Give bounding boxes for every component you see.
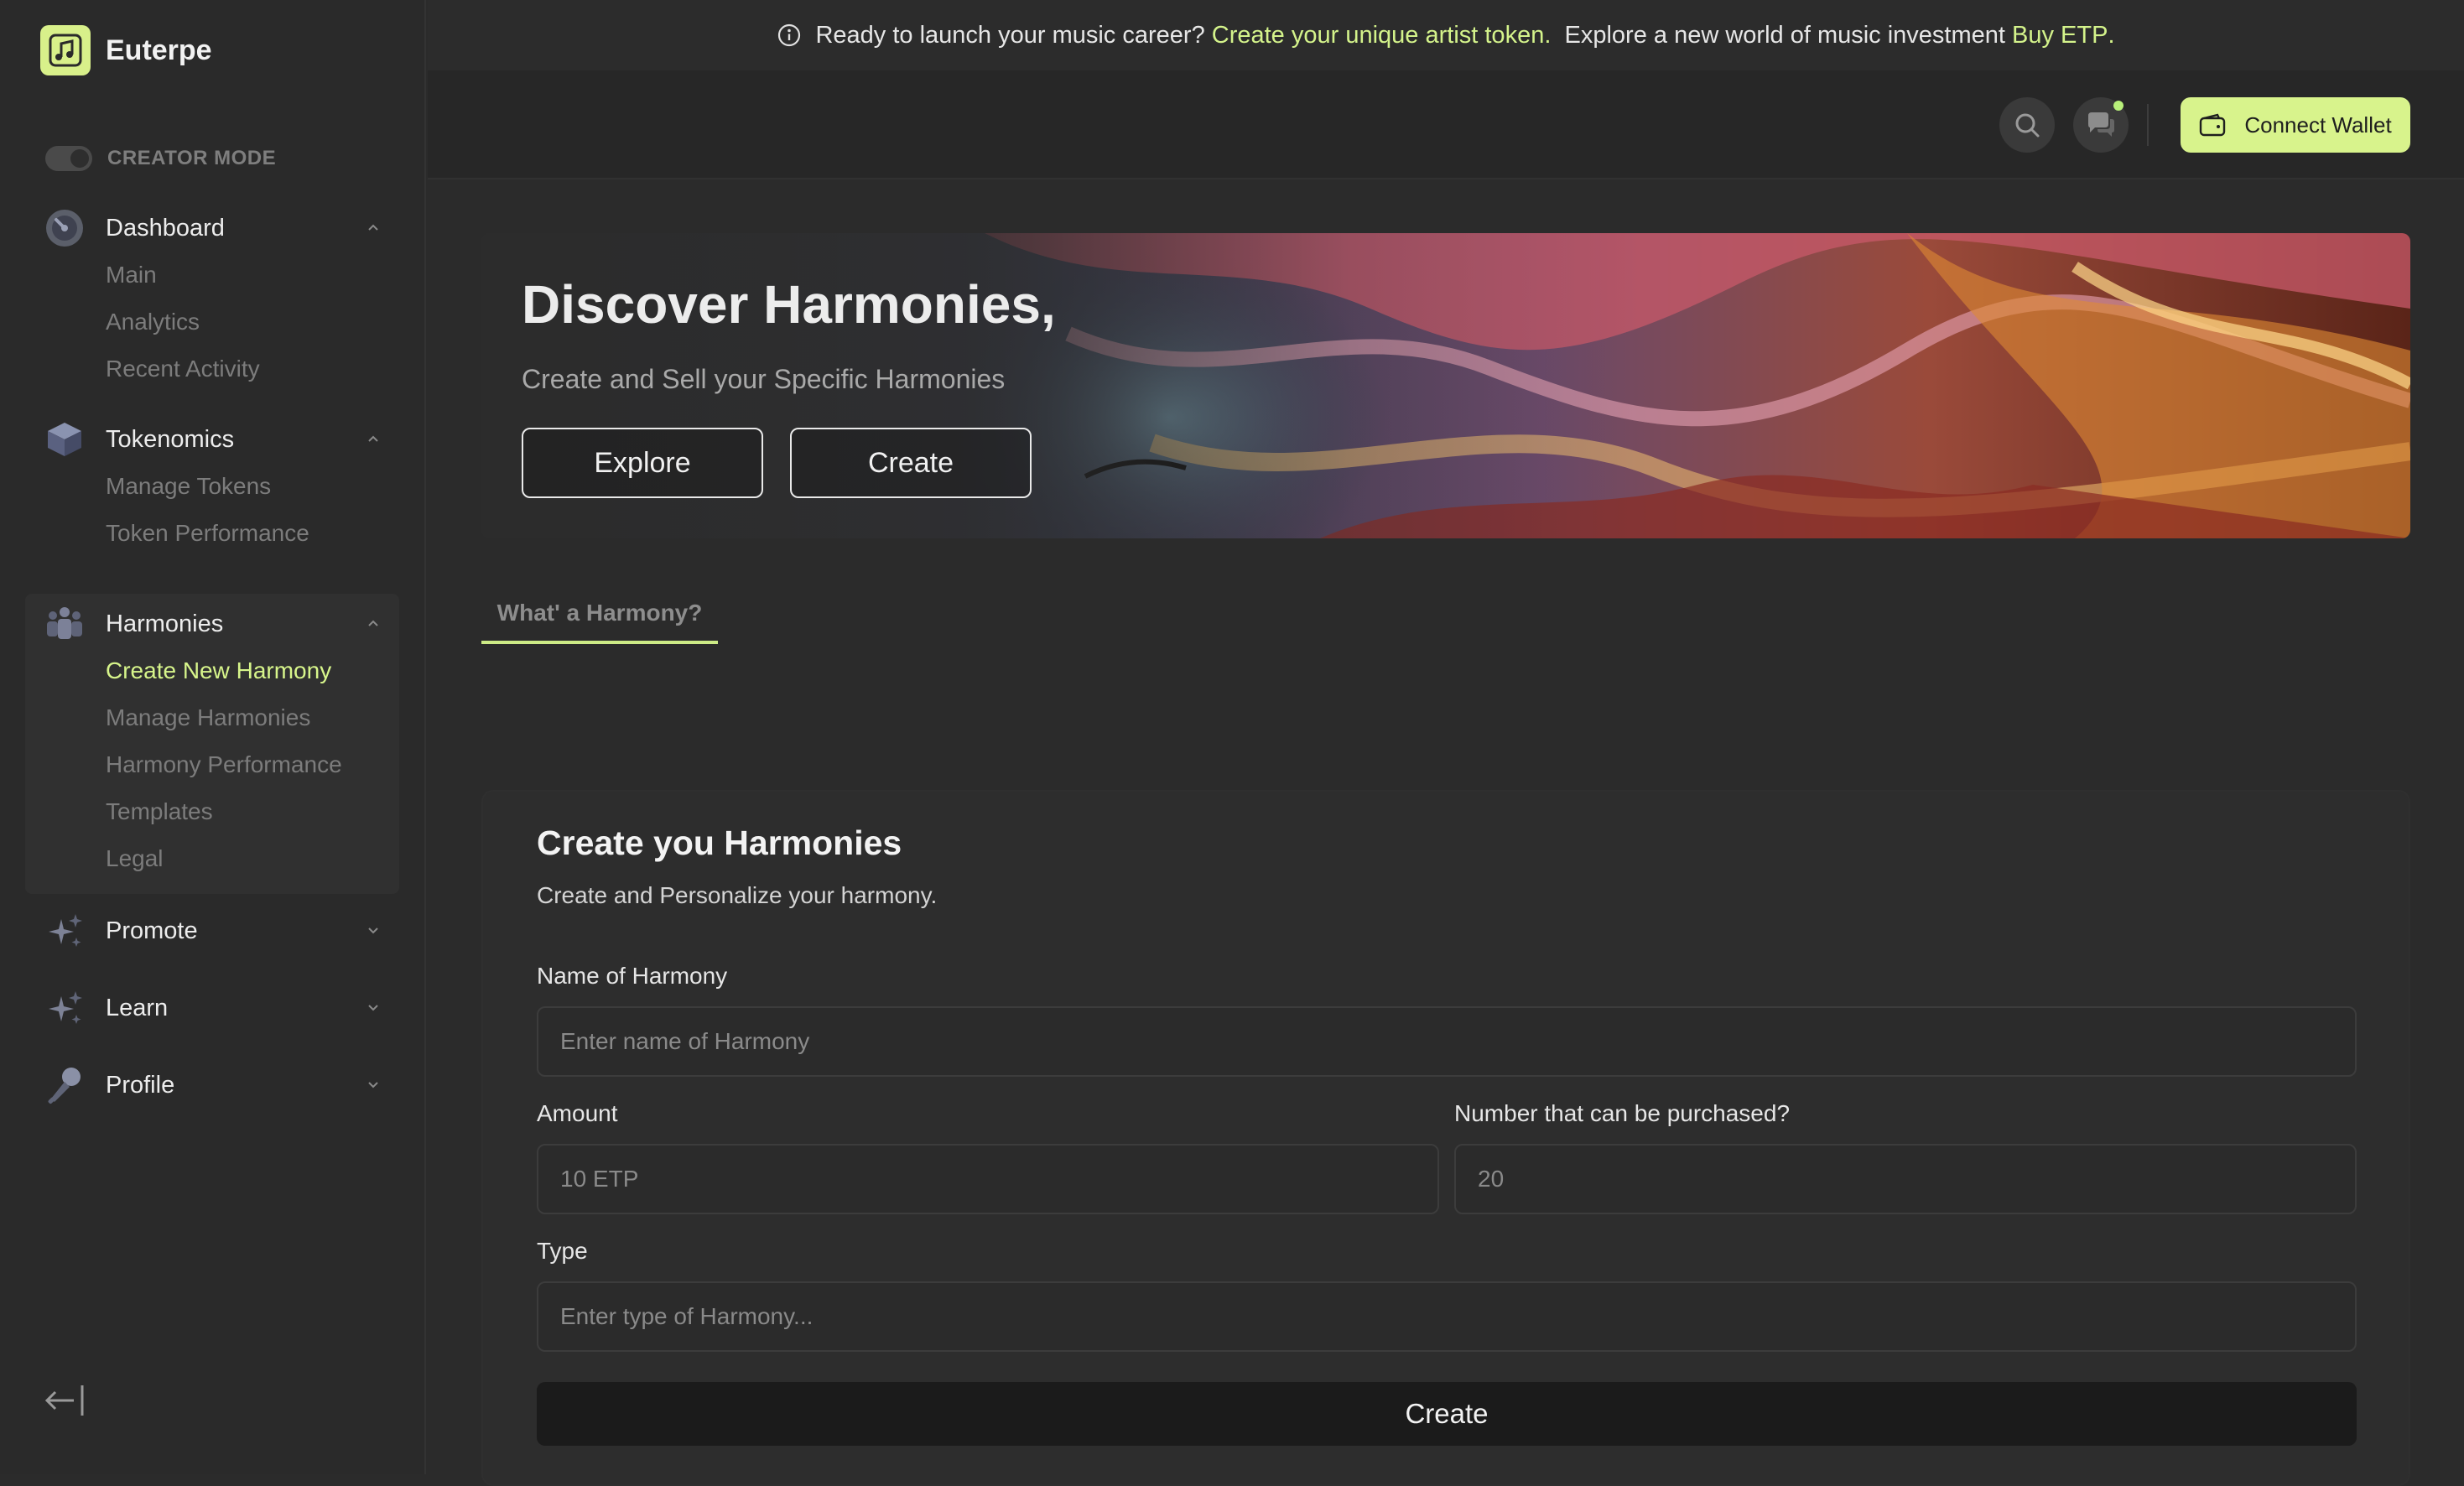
name-field-label: Name of Harmony xyxy=(537,963,728,989)
sparkle-icon xyxy=(44,987,86,1029)
top-bar: Connect Wallet xyxy=(428,70,2464,179)
sidebar-item-label: Profile xyxy=(106,1071,175,1099)
sidebar-item-profile[interactable]: Profile xyxy=(25,1062,399,1109)
sidebar-subitem-create-new-harmony[interactable]: Create New Harmony xyxy=(25,647,399,694)
brand-name: Euterpe xyxy=(106,34,212,66)
sidebar-item-label: Tokenomics xyxy=(106,425,235,453)
harmony-type-input[interactable] xyxy=(537,1281,2357,1352)
number-purchasable-input[interactable] xyxy=(1454,1144,2357,1214)
sidebar-item-label: Promote xyxy=(106,917,198,944)
chat-bubbles-icon xyxy=(2088,112,2114,137)
chevron-up-icon[interactable] xyxy=(366,431,381,446)
amount-field-label: Amount xyxy=(537,1100,618,1126)
chevron-down-icon[interactable] xyxy=(366,1077,381,1092)
connect-wallet-button[interactable]: Connect Wallet xyxy=(2181,97,2410,153)
info-icon xyxy=(778,23,801,47)
announcement-suffix: . xyxy=(2108,21,2115,49)
sidebar-subitem-harmony-performance[interactable]: Harmony Performance xyxy=(25,741,399,788)
sidebar-item-label: Harmonies xyxy=(106,610,224,637)
sidebar-subitem-token-performance[interactable]: Token Performance xyxy=(25,510,399,557)
nav-group-promote: Promote xyxy=(25,907,399,954)
nav-group-tokenomics: Tokenomics Manage Tokens Token Performan… xyxy=(25,416,399,557)
creator-mode-toggle[interactable] xyxy=(45,146,92,171)
sidebar-item-label: Dashboard xyxy=(106,214,225,242)
nav-group-dashboard: Dashboard Main Analytics Recent Activity xyxy=(25,205,399,392)
announcement-text: Ready to launch your music career? xyxy=(815,21,1205,49)
sidebar-subitem-manage-harmonies[interactable]: Manage Harmonies xyxy=(25,694,399,741)
hero-title: Discover Harmonies, xyxy=(522,274,1056,335)
sidebar-item-learn[interactable]: Learn xyxy=(25,985,399,1031)
sidebar-subitem-legal[interactable]: Legal xyxy=(25,835,399,882)
connect-wallet-label: Connect Wallet xyxy=(2244,112,2392,138)
chevron-down-icon[interactable] xyxy=(366,922,381,938)
sidebar-item-harmonies[interactable]: Harmonies xyxy=(25,600,399,647)
nav-group-profile: Profile xyxy=(25,1062,399,1109)
form-title: Create you Harmonies xyxy=(537,824,902,862)
sparkle-icon xyxy=(44,910,86,952)
sidebar-subitem-templates[interactable]: Templates xyxy=(25,788,399,835)
type-field-label: Type xyxy=(537,1238,588,1264)
search-button[interactable] xyxy=(1999,97,2055,153)
create-harmony-form: Create you Harmonies Create and Personal… xyxy=(481,790,2410,1486)
notification-dot xyxy=(2113,101,2124,111)
people-icon xyxy=(44,603,86,645)
sidebar-item-tokenomics[interactable]: Tokenomics xyxy=(25,416,399,463)
wallet-icon xyxy=(2200,113,2226,137)
nav-group-harmonies: Harmonies Create New Harmony Manage Harm… xyxy=(25,594,399,894)
number-purchasable-field-label: Number that can be purchased? xyxy=(1454,1100,1791,1126)
collapse-sidebar-icon[interactable] xyxy=(44,1382,87,1423)
announcement-bar: Ready to launch your music career? Creat… xyxy=(428,0,2464,70)
search-icon xyxy=(2015,113,2040,138)
brand[interactable]: Euterpe xyxy=(40,25,212,75)
sidebar-subitem-manage-tokens[interactable]: Manage Tokens xyxy=(25,463,399,510)
sidebar-subitem-recent-activity[interactable]: Recent Activity xyxy=(25,346,399,392)
chevron-up-icon[interactable] xyxy=(366,220,381,235)
chevron-down-icon[interactable] xyxy=(366,1000,381,1015)
announcement-text-2: Explore a new world of music investment xyxy=(1564,21,2005,49)
form-subtitle: Create and Personalize your harmony. xyxy=(537,882,938,908)
divider xyxy=(2147,104,2149,146)
sidebar-subitem-main[interactable]: Main xyxy=(25,252,399,299)
creator-mode-label: CREATOR MODE xyxy=(107,147,277,169)
chevron-up-icon[interactable] xyxy=(366,616,381,631)
microphone-icon xyxy=(44,1064,86,1106)
amount-input[interactable] xyxy=(537,1144,1439,1214)
create-artist-token-link[interactable]: Create your unique artist token. xyxy=(1212,22,1552,49)
dashboard-icon xyxy=(44,207,86,249)
sidebar-item-promote[interactable]: Promote xyxy=(25,907,399,954)
hero-banner: Discover Harmonies, Create and Sell your… xyxy=(481,233,2410,538)
sidebar-item-label: Learn xyxy=(106,994,169,1021)
explore-button[interactable]: Explore xyxy=(522,428,763,498)
sidebar: Euterpe CREATOR MODE Dashboard Main Anal… xyxy=(0,0,426,1474)
hero-subtitle: Create and Sell your Specific Harmonies xyxy=(522,364,1006,394)
creator-mode-toggle-row[interactable]: CREATOR MODE xyxy=(45,146,276,171)
tab-what-a-harmony[interactable]: What' a Harmony? xyxy=(481,594,718,644)
hero-create-button[interactable]: Create xyxy=(790,428,1032,498)
create-harmony-submit-button[interactable]: Create xyxy=(537,1382,2357,1446)
messages-button[interactable] xyxy=(2073,97,2129,153)
buy-etp-link[interactable]: Buy ETP xyxy=(2012,22,2108,49)
music-note-logo-icon xyxy=(40,25,91,75)
sidebar-subitem-analytics[interactable]: Analytics xyxy=(25,299,399,346)
nav-group-learn: Learn xyxy=(25,985,399,1031)
harmony-name-input[interactable] xyxy=(537,1006,2357,1077)
cube-icon xyxy=(44,418,86,460)
sidebar-item-dashboard[interactable]: Dashboard xyxy=(25,205,399,252)
